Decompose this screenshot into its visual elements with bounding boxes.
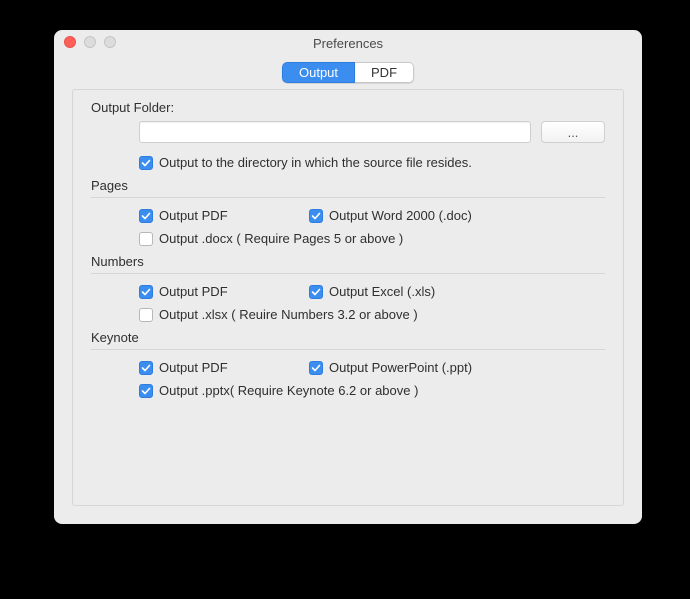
pages-heading: Pages [91,178,605,193]
divider [91,273,605,274]
same-dir-checkbox[interactable] [139,156,153,170]
browse-button[interactable]: ... [541,121,605,143]
keynote-pdf-label: Output PDF [159,360,228,375]
output-folder-label: Output Folder: [91,100,605,115]
pages-docx-label: Output .docx ( Require Pages 5 or above … [159,231,403,246]
pages-word-checkbox[interactable] [309,209,323,223]
divider [91,197,605,198]
numbers-xlsx-checkbox[interactable] [139,308,153,322]
close-icon[interactable] [64,36,76,48]
numbers-pdf-checkbox[interactable] [139,285,153,299]
pages-pdf-checkbox[interactable] [139,209,153,223]
tab-pdf[interactable]: PDF [355,62,414,83]
keynote-heading: Keynote [91,330,605,345]
numbers-pdf-label: Output PDF [159,284,228,299]
pages-pdf-label: Output PDF [159,208,228,223]
minimize-icon[interactable] [84,36,96,48]
numbers-excel-checkbox[interactable] [309,285,323,299]
titlebar: Preferences [54,30,642,52]
window-title: Preferences [54,32,642,51]
output-folder-input[interactable] [139,121,531,143]
same-dir-label: Output to the directory in which the sou… [159,155,472,170]
pages-word-label: Output Word 2000 (.doc) [329,208,472,223]
zoom-icon[interactable] [104,36,116,48]
keynote-pptx-checkbox[interactable] [139,384,153,398]
pages-docx-checkbox[interactable] [139,232,153,246]
preferences-window: Preferences Output PDF Output Folder: ..… [54,30,642,524]
keynote-pptx-label: Output .pptx( Require Keynote 6.2 or abo… [159,383,418,398]
keynote-ppt-checkbox[interactable] [309,361,323,375]
traffic-lights [64,36,116,48]
numbers-xlsx-label: Output .xlsx ( Reuire Numbers 3.2 or abo… [159,307,418,322]
output-panel: Output Folder: ... Output to the directo… [72,89,624,506]
tab-output[interactable]: Output [282,62,355,83]
keynote-ppt-label: Output PowerPoint (.ppt) [329,360,472,375]
numbers-heading: Numbers [91,254,605,269]
divider [91,349,605,350]
numbers-excel-label: Output Excel (.xls) [329,284,435,299]
keynote-pdf-checkbox[interactable] [139,361,153,375]
tab-bar: Output PDF [54,62,642,83]
